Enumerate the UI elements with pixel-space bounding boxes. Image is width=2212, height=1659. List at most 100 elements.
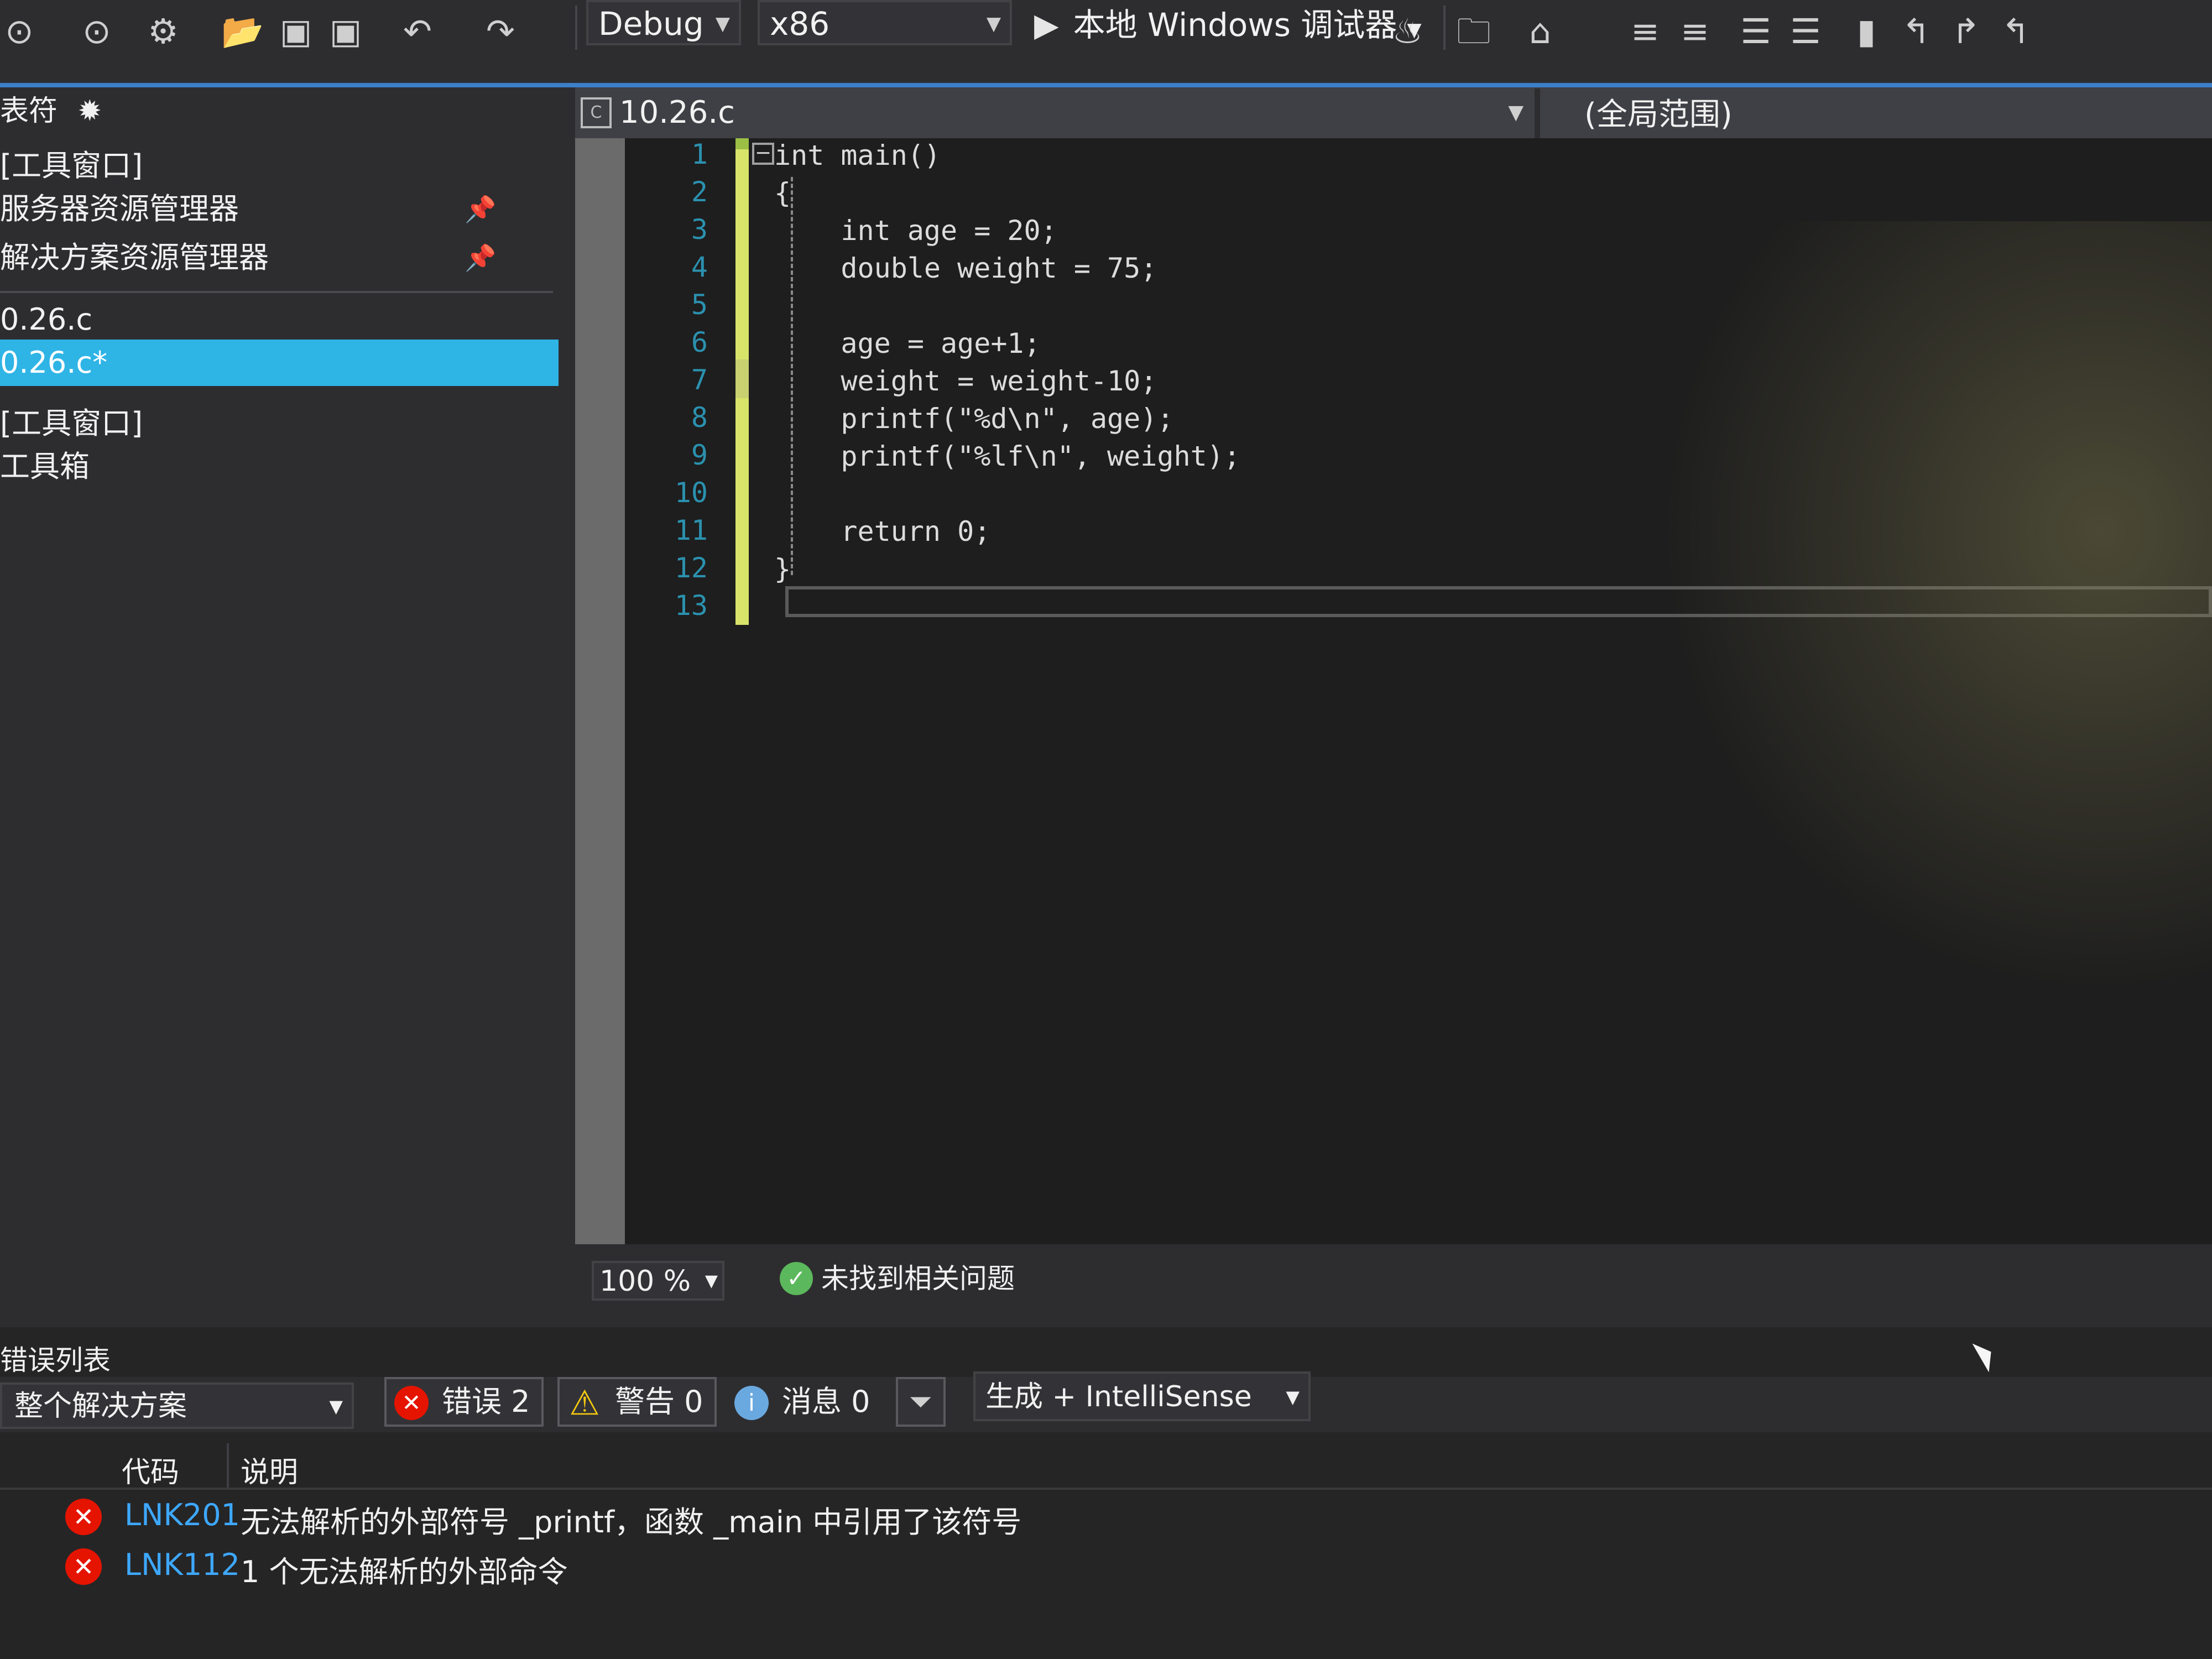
zoom-combo[interactable]: 100 % ▼ [592, 1261, 724, 1301]
error-row[interactable]: ✕ LNK2019 无法解析的外部符号 _printf，函数 _main 中引用… [0, 1493, 2212, 1541]
back-icon[interactable]: ⊙ [0, 12, 39, 51]
left-item-label: [工具窗口] [0, 148, 143, 183]
save-icon[interactable]: ▣ [276, 12, 315, 51]
error-code-link[interactable]: LNK2019 [124, 1498, 241, 1532]
line-number: 9 [691, 439, 708, 471]
left-item-solution-explorer[interactable]: 解决方案资源管理器 📌 [0, 234, 559, 281]
code-line: return 0; [774, 515, 991, 547]
uncomment-icon[interactable]: ≡ [1676, 12, 1714, 51]
left-item-file[interactable]: 0.26.c [0, 296, 559, 343]
line-number: 5 [691, 289, 708, 321]
error-scope-combo[interactable]: 整个解决方案 ▼ [0, 1383, 354, 1429]
column-header-code[interactable]: 代码 [122, 1449, 179, 1490]
chevron-down-icon: ▼ [986, 13, 1001, 35]
error-icon: ✕ [65, 1499, 102, 1535]
line-number: 4 [691, 251, 708, 283]
left-item-label: [工具窗口] [0, 406, 143, 441]
hot-reload-icon[interactable]: ♨ [1388, 12, 1427, 51]
pin-icon[interactable]: 📌 [465, 234, 496, 281]
line-number: 10 [674, 477, 708, 509]
line-number: 8 [691, 401, 708, 434]
line-number: 1 [691, 138, 708, 170]
chevron-down-icon: ▼ [1286, 1386, 1300, 1407]
config-combo[interactable]: Debug ▼ [586, 0, 741, 45]
scope-label: (全局范围) [1584, 97, 1733, 133]
chevron-down-icon: ▼ [715, 13, 730, 35]
left-item-label: 工具箱 [0, 449, 90, 484]
code-line: int main() [774, 139, 941, 171]
left-item-label: 服务器资源管理器 [0, 191, 239, 226]
left-item-tool-windows-2: [工具窗口] [0, 400, 559, 447]
scope-dropdown[interactable]: (全局范围) [1540, 87, 2212, 138]
warnings-filter-label: 警告 0 [615, 1384, 703, 1419]
bookmark-icon[interactable]: ▮ [1847, 12, 1886, 51]
warnings-filter-button[interactable]: ⚠ 警告 0 [557, 1377, 717, 1427]
start-debugger-button[interactable]: ▶ 本地 Windows 调试器 ▼ [1034, 0, 1422, 50]
check-icon: ✓ [780, 1262, 813, 1295]
code-line: age = age+1; [774, 327, 1041, 359]
home-window-icon[interactable]: ⌂ [1521, 12, 1559, 51]
line-number: 6 [691, 326, 708, 358]
file-tab-label: 10.26.c [619, 95, 735, 131]
code-editor[interactable] [625, 138, 2212, 1244]
left-item-file-modified[interactable]: 0.26.c* [0, 340, 559, 386]
redo-icon[interactable]: ↷ [481, 12, 520, 51]
error-row[interactable]: ✕ LNK1120 1 个无法解析的外部命令 [0, 1543, 2212, 1590]
left-panel-header: 表符 ✹ [0, 87, 575, 135]
error-code-link[interactable]: LNK1120 [124, 1547, 241, 1582]
column-header-description[interactable]: 说明 [241, 1449, 298, 1490]
change-tracking-bar [735, 138, 749, 625]
warning-icon: ⚠ [569, 1383, 600, 1423]
code-line: printf("%d\n", age); [774, 403, 1174, 435]
chevron-down-icon: ▼ [1508, 101, 1524, 124]
editor-margin [575, 138, 625, 1244]
error-icon: ✕ [394, 1386, 429, 1420]
error-icon: ✕ [65, 1548, 102, 1585]
code-line: double weight = 75; [774, 252, 1157, 284]
code-line: int age = 20; [774, 215, 1057, 247]
outdent-icon[interactable]: ☰ [1786, 12, 1825, 51]
save-all-icon[interactable]: ▣ [326, 12, 365, 51]
code-line: } [774, 553, 791, 585]
clear-bookmarks-icon[interactable]: ↰ [1996, 12, 2035, 51]
next-bookmark-icon[interactable]: ↱ [1947, 12, 1985, 51]
errors-filter-button[interactable]: ✕ 错误 2 [384, 1377, 544, 1427]
main-toolbar: ⊙ ⊙ ⚙ 📂 ▣ ▣ ↶ ↷ Debug ▼ x86 ▼ ▶ 本地 Window… [0, 0, 2212, 88]
zoom-value: 100 % [599, 1265, 691, 1298]
c-file-icon: C [581, 97, 612, 128]
indent-icon[interactable]: ☰ [1736, 12, 1775, 51]
prev-bookmark-icon[interactable]: ↰ [1897, 12, 1936, 51]
build-filter-combo[interactable]: 生成 + IntelliSense ▼ [973, 1371, 1311, 1421]
info-icon: i [734, 1386, 769, 1420]
find-in-files-icon[interactable]: 🗀 [1454, 12, 1493, 51]
line-number: 11 [674, 514, 708, 546]
messages-filter-label: 消息 0 [782, 1384, 870, 1419]
undo-icon[interactable]: ↶ [398, 12, 437, 51]
pin-icon[interactable]: 📌 [465, 186, 496, 232]
error-description: 无法解析的外部符号 _printf，函数 _main 中引用了该符号 [241, 1505, 1022, 1540]
gear-icon[interactable]: ✹ [78, 95, 102, 128]
issues-status[interactable]: 未找到相关问题 [821, 1261, 1015, 1296]
left-item-toolbox[interactable]: 工具箱 [0, 444, 559, 490]
left-item-tool-windows: [工具窗口] [0, 143, 559, 189]
run-label: 本地 Windows 调试器 [1073, 6, 1397, 44]
collapse-icon[interactable]: − [752, 143, 774, 165]
error-list-title: 错误列表 [0, 1344, 111, 1376]
forward-icon[interactable]: ⊙ [77, 12, 116, 51]
error-list-header [0, 1443, 2212, 1490]
left-panel: 表符 ✹ [工具窗口] 服务器资源管理器 📌 解决方案资源管理器 📌 0.26.c … [0, 87, 575, 1326]
messages-filter-button[interactable]: i 消息 0 [724, 1377, 884, 1427]
comment-icon[interactable]: ≡ [1626, 12, 1665, 51]
line-number: 7 [691, 364, 708, 396]
left-item-server-explorer[interactable]: 服务器资源管理器 📌 [0, 186, 559, 232]
errors-filter-label: 错误 2 [442, 1384, 530, 1419]
left-panel-title: 表符 [0, 95, 58, 128]
error-scope-value: 整个解决方案 [14, 1390, 187, 1423]
new-project-icon[interactable]: ⚙ [144, 12, 182, 51]
chevron-down-icon: ▼ [705, 1271, 718, 1291]
open-folder-icon[interactable]: 📂 [221, 12, 264, 51]
filter-icon[interactable]: ⏷ [896, 1377, 946, 1427]
platform-combo[interactable]: x86 ▼ [758, 0, 1012, 45]
editor-file-dropdown[interactable]: C 10.26.c ▼ [575, 87, 1535, 142]
code-line: { [774, 177, 791, 209]
